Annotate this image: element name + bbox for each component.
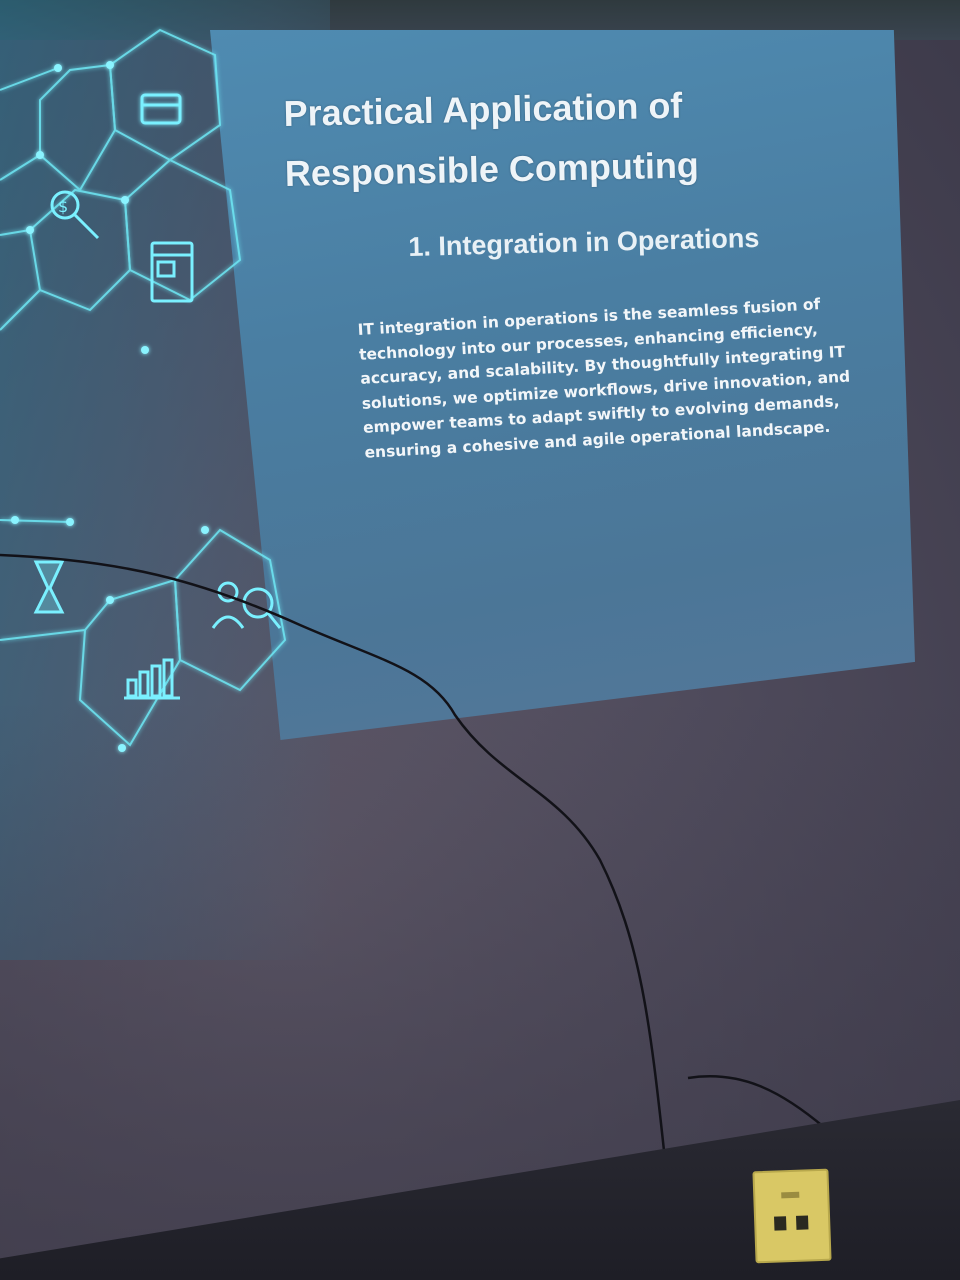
socket-switch <box>781 1191 800 1199</box>
socket-hole-left <box>774 1216 787 1231</box>
power-cable <box>0 553 826 1161</box>
photo-scene: $ Practical Application of Responsible C… <box>0 0 960 1280</box>
socket-hole-right <box>795 1215 809 1230</box>
wall-socket <box>752 1168 832 1264</box>
